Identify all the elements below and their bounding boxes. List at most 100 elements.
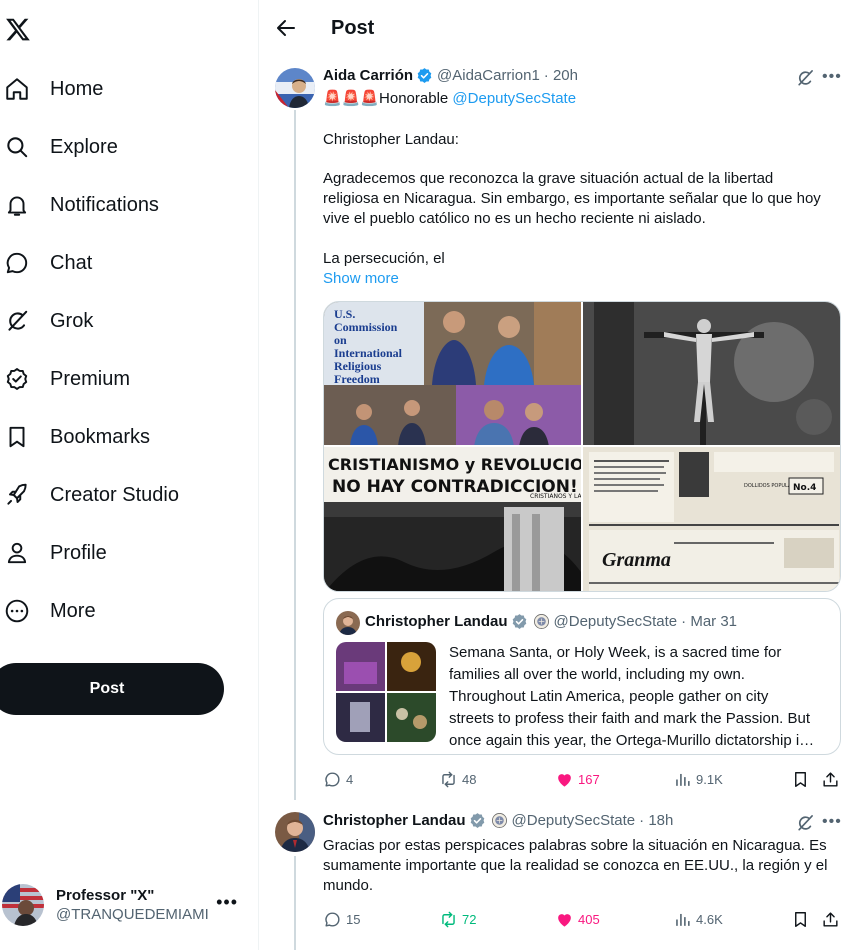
like-button[interactable]: 167	[555, 767, 600, 791]
verified-badge-icon	[417, 68, 432, 83]
author-handle[interactable]: @AidaCarrion1	[437, 67, 540, 84]
reply-count: 15	[346, 911, 361, 927]
government-seal-icon	[491, 812, 507, 829]
nav-label: Home	[50, 77, 104, 100]
nav-more[interactable]: More	[0, 582, 259, 640]
repost-button[interactable]: 48	[439, 767, 476, 791]
post-time[interactable]: · 18h	[639, 812, 673, 829]
media-photo-commission: U.S. Commission on International Religio…	[324, 302, 581, 386]
post-author-row: Aida Carrión @AidaCarrion1 · 20h	[323, 67, 578, 84]
share-button[interactable]	[821, 767, 840, 791]
quote-line: once again this year, the Ortega-Murillo…	[449, 732, 815, 749]
nav-label: Notifications	[50, 193, 159, 216]
show-more-link[interactable]: Show more	[323, 269, 399, 289]
post-time[interactable]: · Mar 31	[681, 613, 737, 630]
avatar[interactable]	[275, 812, 315, 852]
author-name[interactable]: Christopher Landau	[323, 812, 466, 829]
reply-button[interactable]: 15	[323, 907, 360, 931]
mention-link[interactable]: @DeputySecState	[452, 90, 576, 107]
bookmark-icon	[795, 771, 806, 787]
post-paragraph-line: vive el pueblo católico no es un hecho r…	[323, 210, 706, 227]
post-paragraph-line: Agradecemos que reconozca la grave situa…	[323, 170, 774, 187]
like-button[interactable]: 405	[555, 907, 600, 931]
nav-label: Chat	[50, 251, 93, 274]
post-actions: 4 48 167 9.1K	[323, 767, 841, 791]
grok-icon[interactable]	[795, 68, 815, 88]
chat-bubble-icon	[4, 250, 30, 276]
sign-line: Freedom	[334, 372, 380, 386]
verified-gray-badge-icon	[470, 813, 484, 828]
post-header: Post	[260, 0, 858, 56]
page-title: Post	[331, 17, 375, 39]
more-options-icon[interactable]: •••	[822, 68, 842, 86]
sign-line: on	[334, 333, 347, 347]
verified-gray-badge-icon	[512, 614, 526, 629]
newspaper-title: Granma	[602, 549, 671, 571]
nav-creator-studio[interactable]: Creator Studio	[0, 466, 259, 524]
nav-premium[interactable]: Premium	[0, 350, 259, 408]
x-logo-icon[interactable]	[5, 14, 31, 44]
reply-actions: 15 72 405 4.6K	[323, 907, 841, 931]
media-photo-documents: DOLLIDOS POPULARES No.4 Granma	[583, 447, 840, 591]
quote-line: Throughout Latin America, people gather …	[449, 688, 769, 705]
premium-badge-icon	[4, 366, 30, 392]
heart-filled-icon	[558, 913, 571, 927]
reply-count: 4	[346, 771, 354, 787]
nav-bookmarks[interactable]: Bookmarks	[0, 408, 259, 466]
account-switcher[interactable]: Professor "X" @TRANQUEDEMIAMI •••	[0, 880, 250, 930]
repost-count: 72	[462, 911, 477, 927]
grok-icon[interactable]	[795, 813, 815, 833]
sign-line: Commission	[334, 320, 398, 334]
search-icon	[4, 134, 30, 160]
account-more-icon[interactable]: •••	[216, 892, 238, 913]
sign-line: Religious	[334, 359, 382, 373]
post-time[interactable]: · 20h	[544, 67, 578, 84]
sign-line: International	[334, 346, 403, 360]
view-count: 4.6K	[696, 911, 723, 927]
author-handle[interactable]: @DeputySecState	[554, 613, 678, 630]
post-button[interactable]: Post	[0, 663, 224, 715]
nav-notifications[interactable]: Notifications	[0, 176, 259, 234]
more-options-icon[interactable]: •••	[822, 813, 842, 831]
quoted-post[interactable]: Christopher Landau @DeputySecState · Mar…	[323, 598, 841, 755]
bookmark-icon	[795, 911, 806, 927]
nav-chat[interactable]: Chat	[0, 234, 259, 292]
nav-explore[interactable]: Explore	[0, 118, 259, 176]
bookmark-button[interactable]	[791, 767, 810, 791]
repost-icon	[442, 771, 455, 787]
views-button[interactable]: 9.1K	[673, 767, 723, 791]
post-paragraph: La persecución, el	[323, 250, 445, 267]
views-button[interactable]: 4.6K	[673, 907, 723, 931]
media-photo-banner: CRISTIANISMO y REVOLUCION NO HAY CONTRAD…	[324, 447, 623, 591]
rocket-icon	[4, 482, 30, 508]
avatar	[2, 884, 44, 926]
repost-button[interactable]: 72	[439, 907, 476, 931]
reply-icon	[325, 771, 340, 787]
quote-line: families all over the world, including m…	[449, 666, 745, 683]
reply-icon	[325, 911, 340, 927]
nav-label: Profile	[50, 541, 107, 564]
author-name[interactable]: Aida Carrión	[323, 67, 413, 84]
nav-profile[interactable]: Profile	[0, 524, 259, 582]
like-count: 405	[578, 911, 600, 927]
post-media-grid[interactable]: U.S. Commission on International Religio…	[323, 301, 841, 592]
quote-author-row: Christopher Landau @DeputySecState · Mar…	[365, 613, 737, 630]
share-button[interactable]	[821, 907, 840, 931]
reply-button[interactable]: 4	[323, 767, 353, 791]
nav-label: Creator Studio	[50, 483, 179, 506]
avatar[interactable]	[275, 68, 315, 108]
quote-text: Semana Santa, or Holy Week, is a sacred …	[449, 642, 829, 752]
bookmark-button[interactable]	[791, 907, 810, 931]
views-chart-icon	[676, 773, 690, 786]
nav-home[interactable]: Home	[0, 60, 259, 118]
nav-grok[interactable]: Grok	[0, 292, 259, 350]
nav-label: Bookmarks	[50, 425, 151, 448]
share-icon	[823, 771, 838, 787]
repost-count: 48	[462, 771, 477, 787]
media-photo-collage	[324, 385, 581, 447]
views-chart-icon	[676, 913, 690, 926]
author-name[interactable]: Christopher Landau	[365, 613, 508, 630]
author-handle[interactable]: @DeputySecState	[512, 812, 636, 829]
nav-label: Explore	[50, 135, 118, 158]
back-arrow-icon[interactable]	[274, 16, 298, 40]
